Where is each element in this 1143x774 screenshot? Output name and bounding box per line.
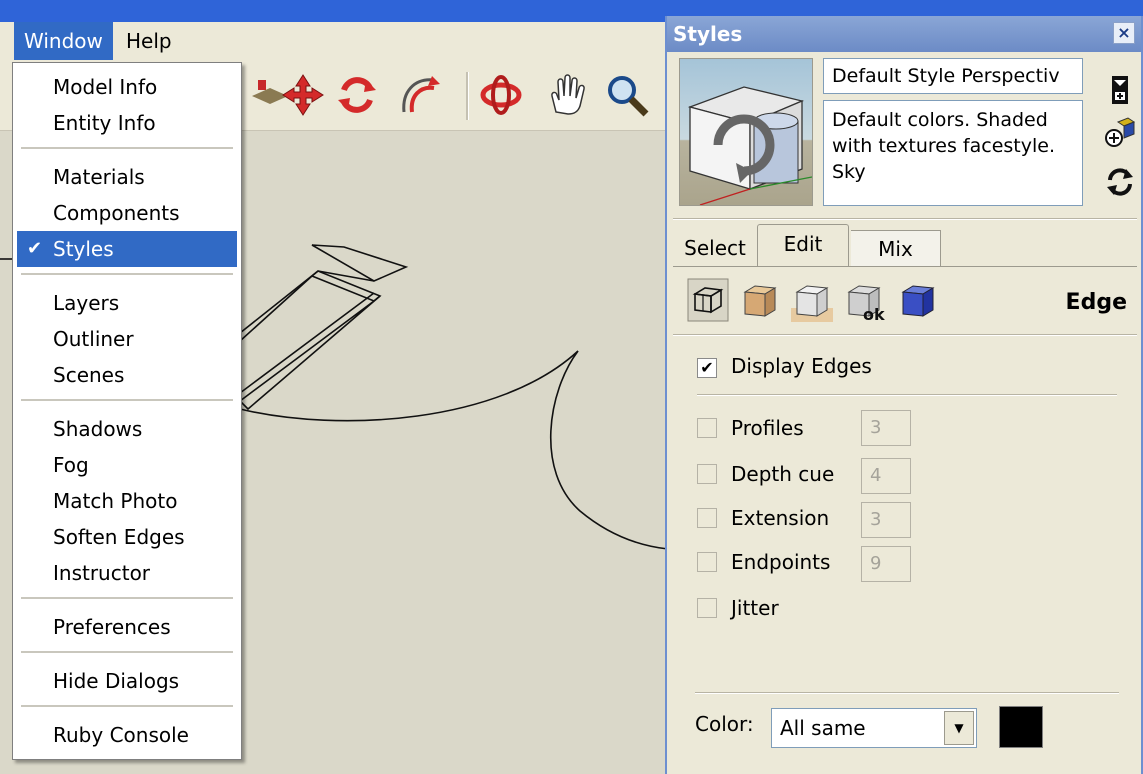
section-divider: [673, 334, 1137, 336]
move-icon[interactable]: [280, 72, 326, 118]
menu-item-styles-label: Styles: [53, 237, 114, 261]
style-description-field[interactable]: Default colors. Shaded with textures fac…: [823, 100, 1083, 206]
followme-icon[interactable]: [396, 72, 442, 118]
jitter-checkbox[interactable]: [697, 598, 717, 618]
tab-select[interactable]: Select: [673, 230, 757, 266]
menu-separator: [21, 147, 233, 149]
watermark-settings-icon[interactable]: ok: [843, 278, 885, 322]
tab-mix[interactable]: Mix: [851, 230, 941, 266]
panel-divider: [673, 218, 1137, 220]
svg-text:ok: ok: [863, 305, 885, 322]
rotate-icon[interactable]: [334, 72, 380, 118]
menu-help[interactable]: Help: [116, 22, 182, 60]
depth-cue-width-field[interactable]: 4: [861, 458, 911, 494]
endpoints-checkbox[interactable]: [697, 552, 717, 572]
jitter-label: Jitter: [731, 596, 779, 620]
close-icon[interactable]: ×: [1113, 22, 1135, 44]
menu-item-entity-info[interactable]: Entity Info: [17, 105, 237, 141]
menu-item-materials[interactable]: Materials: [17, 159, 237, 195]
menu-item-shadows[interactable]: Shadows: [17, 411, 237, 447]
profiles-width-field[interactable]: 3: [861, 410, 911, 446]
color-label: Color:: [695, 712, 754, 736]
menu-separator: [21, 273, 233, 275]
chevron-down-icon[interactable]: ▼: [944, 711, 974, 745]
update-style-icon[interactable]: [1104, 116, 1136, 148]
display-edges-label: Display Edges: [731, 354, 872, 378]
menu-item-styles[interactable]: ✔ Styles: [17, 231, 237, 267]
menu-item-ruby-console[interactable]: Ruby Console: [17, 717, 237, 753]
menu-separator: [21, 651, 233, 653]
menu-separator: [21, 597, 233, 599]
menu-separator: [21, 399, 233, 401]
face-settings-icon[interactable]: [739, 278, 781, 322]
modeling-settings-icon[interactable]: [897, 278, 939, 322]
color-mode-select[interactable]: All same ▼: [771, 708, 977, 748]
color-mode-value: All same: [780, 716, 866, 740]
pan-icon[interactable]: [544, 72, 590, 118]
zoom-icon[interactable]: [604, 72, 650, 118]
background-settings-icon[interactable]: [791, 278, 833, 322]
extension-checkbox[interactable]: [697, 508, 717, 528]
style-thumbnail[interactable]: [679, 58, 813, 206]
color-divider: [695, 692, 1119, 694]
endpoints-label: Endpoints: [731, 550, 831, 574]
profiles-checkbox[interactable]: [697, 418, 717, 438]
style-preview-image: [687, 86, 812, 205]
tab-edit[interactable]: Edit: [757, 224, 849, 266]
refresh-icon[interactable]: [1104, 166, 1136, 198]
tab-divider: [673, 266, 1137, 267]
toolbar-separator: [466, 72, 469, 120]
depth-cue-label: Depth cue: [731, 462, 835, 486]
menu-separator: [21, 705, 233, 707]
checkmark-icon: ✔: [27, 238, 43, 259]
extension-label: Extension: [731, 506, 830, 530]
create-style-icon[interactable]: [1104, 74, 1136, 106]
styles-panel: Styles × Default Style Perspectiv Defaul…: [665, 16, 1143, 774]
menu-item-hide-dialogs[interactable]: Hide Dialogs: [17, 663, 237, 699]
menu-item-match-photo[interactable]: Match Photo: [17, 483, 237, 519]
menu-item-instructor[interactable]: Instructor: [17, 555, 237, 591]
style-name-field[interactable]: Default Style Perspectiv: [823, 58, 1083, 94]
edge-section-title: Edge: [1065, 290, 1127, 315]
menu-item-soften-edges[interactable]: Soften Edges: [17, 519, 237, 555]
endpoints-length-field[interactable]: 9: [861, 546, 911, 582]
extension-length-field[interactable]: 3: [861, 502, 911, 538]
display-edges-checkbox[interactable]: ✔: [697, 358, 717, 378]
menu-item-fog[interactable]: Fog: [17, 447, 237, 483]
menu-item-model-info[interactable]: Model Info: [17, 69, 237, 105]
edge-settings-icon[interactable]: [687, 278, 729, 322]
panel-title[interactable]: Styles: [667, 16, 1141, 52]
orbit-icon[interactable]: [478, 72, 524, 118]
edge-color-swatch[interactable]: [999, 706, 1043, 748]
menu-item-outliner[interactable]: Outliner: [17, 321, 237, 357]
options-divider: [697, 394, 1117, 396]
menu-item-preferences[interactable]: Preferences: [17, 609, 237, 645]
menu-item-layers[interactable]: Layers: [17, 285, 237, 321]
menu-window[interactable]: Window: [14, 22, 113, 60]
menu-item-components[interactable]: Components: [17, 195, 237, 231]
profiles-label: Profiles: [731, 416, 804, 440]
menu-item-scenes[interactable]: Scenes: [17, 357, 237, 393]
depth-cue-checkbox[interactable]: [697, 464, 717, 484]
window-menu-dropdown: Model Info Entity Info Materials Compone…: [12, 62, 242, 760]
